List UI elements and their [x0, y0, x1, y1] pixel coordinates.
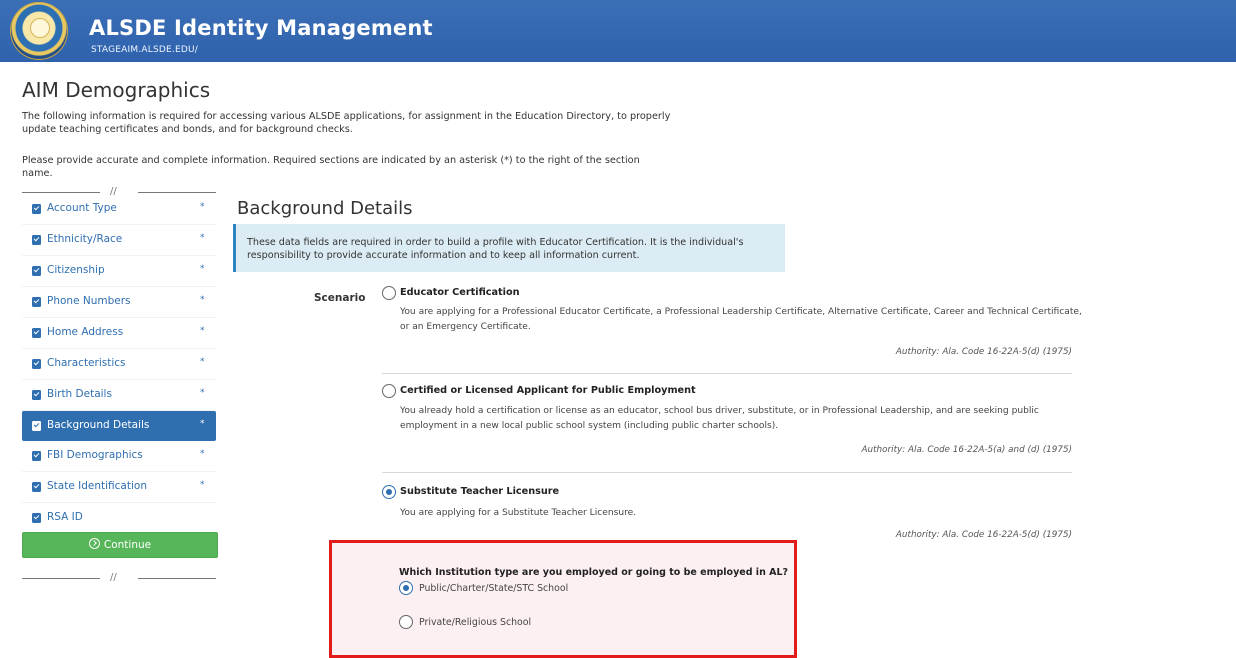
- authority-certified-licensed-applicant: Authority: Ala. Code 16-22A-5(a) and (d)…: [861, 445, 1072, 455]
- sidebar-item-home-address[interactable]: Home Address *: [22, 318, 216, 349]
- option-title-educator-certification: Educator Certification: [400, 287, 520, 298]
- institution-question: Which Institution type are you employed …: [399, 567, 789, 578]
- alsde-logo: [10, 2, 68, 60]
- intro-text: The following information is required fo…: [22, 111, 671, 135]
- divider-slash-bottom: //: [110, 572, 117, 583]
- continue-button[interactable]: Continue: [22, 532, 218, 558]
- option-title-substitute-teacher-licensure: Substitute Teacher Licensure: [400, 486, 560, 497]
- radio-certified-licensed-applicant[interactable]: [382, 384, 396, 398]
- institution-question-box: [329, 540, 797, 658]
- required-asterisk: *: [200, 295, 205, 305]
- app-title: ALSDE Identity Management: [89, 16, 433, 40]
- option-desc-educator-certification: You are applying for a Professional Educ…: [400, 307, 1082, 332]
- sidebar-item-birth-details[interactable]: Birth Details *: [22, 380, 216, 411]
- divider-bottom: //: [22, 572, 216, 584]
- required-asterisk: *: [200, 264, 205, 274]
- checkbox-icon: [32, 297, 41, 307]
- required-asterisk: *: [200, 233, 205, 243]
- checkbox-icon: [32, 390, 41, 400]
- sidebar-item-fbi-demographics[interactable]: FBI Demographics *: [22, 441, 216, 472]
- required-asterisk: *: [200, 326, 205, 336]
- option-separator: [382, 373, 1072, 374]
- info-callout: These data fields are required in order …: [233, 224, 785, 272]
- sidebar-nav: Account Type * Ethnicity/Race * Citizens…: [22, 194, 216, 534]
- checkbox-icon: [32, 482, 41, 492]
- required-asterisk: *: [200, 357, 205, 367]
- logo-center: [30, 18, 50, 38]
- top-header: ALSDE Identity Management STAGEAIM.ALSDE…: [0, 0, 1236, 62]
- required-asterisk: *: [200, 449, 205, 459]
- sidebar-item-label: Birth Details: [47, 388, 112, 400]
- option-separator: [382, 472, 1072, 473]
- sidebar-item-background-details[interactable]: Background Details *: [22, 411, 216, 441]
- choice-label-private-religious: Private/Religious School: [419, 617, 532, 628]
- checkbox-icon: [32, 204, 41, 214]
- checkbox-icon: [32, 235, 41, 245]
- authority-educator-certification: Authority: Ala. Code 16-22A-5(d) (1975): [895, 347, 1072, 357]
- sidebar-item-label: Ethnicity/Race: [47, 233, 123, 245]
- required-asterisk: *: [200, 480, 205, 490]
- option-desc-certified-licensed-applicant: You already hold a certification or lice…: [400, 406, 1039, 431]
- continue-label: Continue: [103, 539, 152, 551]
- info-text: These data fields are required in order …: [247, 237, 744, 261]
- app-subtitle: STAGEAIM.ALSDE.EDU/: [91, 45, 199, 55]
- sidebar-item-label: State Identification: [47, 480, 147, 492]
- sidebar-item-label: RSA ID: [47, 511, 83, 523]
- authority-substitute-teacher-licensure: Authority: Ala. Code 16-22A-5(d) (1975): [895, 530, 1072, 540]
- arrow-right-circle-icon: [88, 538, 100, 549]
- required-asterisk: *: [200, 202, 205, 212]
- radio-educator-certification[interactable]: [382, 286, 396, 300]
- radio-private-religious[interactable]: [399, 615, 413, 629]
- scenario-label: Scenario: [314, 292, 366, 304]
- sidebar-item-label: Citizenship: [47, 264, 105, 276]
- sidebar-item-label: Phone Numbers: [47, 295, 131, 307]
- checkbox-icon: [32, 328, 41, 338]
- checkbox-icon: [32, 266, 41, 276]
- sidebar-item-label: Characteristics: [47, 357, 126, 369]
- sidebar-item-label: Background Details: [47, 419, 150, 431]
- required-asterisk: *: [200, 419, 205, 429]
- required-asterisk: *: [200, 388, 205, 398]
- page-title: AIM Demographics: [22, 78, 211, 102]
- sidebar-item-rsa-id[interactable]: RSA ID: [22, 503, 216, 534]
- intro-note: Please provide accurate and complete inf…: [22, 155, 640, 179]
- checkbox-icon: [32, 451, 41, 461]
- option-desc-substitute-teacher-licensure: You are applying for a Substitute Teache…: [400, 508, 637, 518]
- sidebar-item-citizenship[interactable]: Citizenship *: [22, 256, 216, 287]
- sidebar-item-label: Home Address: [47, 326, 124, 338]
- option-title-certified-licensed-applicant: Certified or Licensed Applicant for Publ…: [400, 385, 696, 396]
- radio-substitute-teacher-licensure[interactable]: [382, 485, 396, 499]
- section-title: Background Details: [237, 198, 413, 219]
- sidebar-item-characteristics[interactable]: Characteristics *: [22, 349, 216, 380]
- sidebar-item-phone-numbers[interactable]: Phone Numbers *: [22, 287, 216, 318]
- sidebar-item-label: Account Type: [47, 202, 117, 214]
- checkbox-icon: [32, 421, 41, 431]
- checkbox-icon: [32, 513, 41, 523]
- radio-public-charter-state-stc[interactable]: [399, 581, 413, 595]
- checkbox-icon: [32, 359, 41, 369]
- sidebar-item-ethnicity-race[interactable]: Ethnicity/Race *: [22, 225, 216, 256]
- sidebar-item-state-identification[interactable]: State Identification *: [22, 472, 216, 503]
- sidebar-item-account-type[interactable]: Account Type *: [22, 194, 216, 225]
- sidebar-item-label: FBI Demographics: [47, 449, 143, 461]
- choice-label-public-charter-state-stc: Public/Charter/State/STC School: [419, 583, 569, 594]
